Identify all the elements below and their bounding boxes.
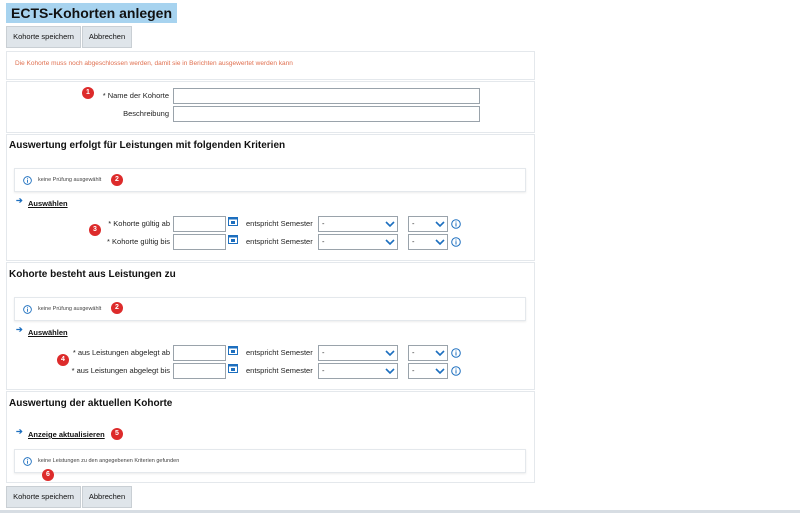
arrow-right-icon: ➔: [16, 325, 23, 334]
semester-select-from[interactable]: -: [318, 216, 398, 232]
criteria-heading: Auswertung erfolgt für Leistungen mit fo…: [9, 140, 286, 151]
semester-label-results-to: entspricht Semester: [246, 366, 313, 375]
year-select-value: -: [412, 237, 415, 246]
semester-label-to: entspricht Semester: [246, 237, 313, 246]
step-badge-2b: 2: [111, 302, 123, 314]
chevron-down-icon: [435, 221, 445, 228]
criteria-select-link[interactable]: Auswählen: [28, 199, 68, 208]
semester-label-results-from: entspricht Semester: [246, 348, 313, 357]
warning-text: Die Kohorte muss noch abgeschlossen werd…: [15, 60, 293, 67]
name-input[interactable]: [173, 88, 480, 104]
info-icon: [23, 457, 32, 466]
results-from-label: * aus Leistungen abgelegt ab: [72, 348, 170, 357]
results-to-input[interactable]: [173, 363, 226, 379]
calendar-icon[interactable]: [228, 216, 238, 226]
chevron-down-icon: [385, 350, 395, 357]
results-select-link[interactable]: Auswählen: [28, 328, 68, 337]
page-title: ECTS-Kohorten anlegen: [6, 3, 178, 23]
arrow-right-icon: ➔: [16, 196, 23, 205]
valid-from-label: * Kohorte gültig ab: [108, 219, 170, 228]
semester-select-value: -: [322, 219, 325, 228]
semester-select-to[interactable]: -: [318, 234, 398, 250]
calendar-icon[interactable]: [228, 234, 238, 244]
save-button-bottom[interactable]: Kohorte speichern: [6, 486, 81, 508]
description-label: Beschreibung: [123, 109, 169, 118]
year-select-results-from[interactable]: -: [408, 345, 448, 361]
info-icon[interactable]: [451, 366, 461, 376]
valid-from-input[interactable]: [173, 216, 226, 232]
chevron-down-icon: [435, 350, 445, 357]
valid-to-input[interactable]: [173, 234, 226, 250]
semester-label-from: entspricht Semester: [246, 219, 313, 228]
results-to-label: * aus Leistungen abgelegt bis: [71, 366, 170, 375]
info-icon: [23, 176, 32, 185]
evaluation-heading: Auswertung der aktuellen Kohorte: [9, 398, 173, 409]
description-input[interactable]: [173, 106, 480, 122]
results-info-text: keine Prüfung ausgewählt: [38, 306, 102, 312]
semester-select-value: -: [322, 348, 325, 357]
calendar-icon[interactable]: [228, 363, 238, 373]
results-from-input[interactable]: [173, 345, 226, 361]
semester-select-results-to[interactable]: -: [318, 363, 398, 379]
chevron-down-icon: [385, 239, 395, 246]
info-icon[interactable]: [451, 219, 461, 229]
refresh-display-link[interactable]: Anzeige aktualisieren: [28, 430, 105, 439]
chevron-down-icon: [435, 239, 445, 246]
warning-card: Die Kohorte muss noch abgeschlossen werd…: [6, 51, 535, 80]
chevron-down-icon: [385, 221, 395, 228]
results-info-box: keine Prüfung ausgewählt: [14, 297, 526, 321]
step-badge-6: 6: [42, 469, 54, 481]
chevron-down-icon: [385, 368, 395, 375]
calendar-icon[interactable]: [228, 345, 238, 355]
criteria-info-box: keine Prüfung ausgewählt: [14, 168, 526, 192]
valid-to-label: * Kohorte gültig bis: [107, 237, 170, 246]
cancel-button-top[interactable]: Abbrechen: [82, 26, 132, 48]
year-select-value: -: [412, 348, 415, 357]
step-badge-2: 2: [111, 174, 123, 186]
semester-select-results-from[interactable]: -: [318, 345, 398, 361]
criteria-info-text: keine Prüfung ausgewählt: [38, 177, 102, 183]
semester-select-value: -: [322, 366, 325, 375]
info-icon[interactable]: [451, 237, 461, 247]
cancel-button-bottom[interactable]: Abbrechen: [82, 486, 132, 508]
semester-select-value: -: [322, 237, 325, 246]
year-select-value: -: [412, 219, 415, 228]
info-icon: [23, 305, 32, 314]
save-button-top[interactable]: Kohorte speichern: [6, 26, 81, 48]
info-icon[interactable]: [451, 348, 461, 358]
chevron-down-icon: [435, 368, 445, 375]
step-badge-5: 5: [111, 428, 123, 440]
year-select-from[interactable]: -: [408, 216, 448, 232]
name-label: * Name der Kohorte: [102, 91, 169, 100]
year-select-to[interactable]: -: [408, 234, 448, 250]
year-select-results-to[interactable]: -: [408, 363, 448, 379]
evaluation-info-text: keine Leistungen zu den angegebenen Krit…: [38, 458, 180, 464]
evaluation-info-box: keine Leistungen zu den angegebenen Krit…: [14, 449, 526, 473]
arrow-right-icon: ➔: [16, 427, 23, 436]
year-select-value: -: [412, 366, 415, 375]
results-heading: Kohorte besteht aus Leistungen zu: [9, 269, 176, 280]
